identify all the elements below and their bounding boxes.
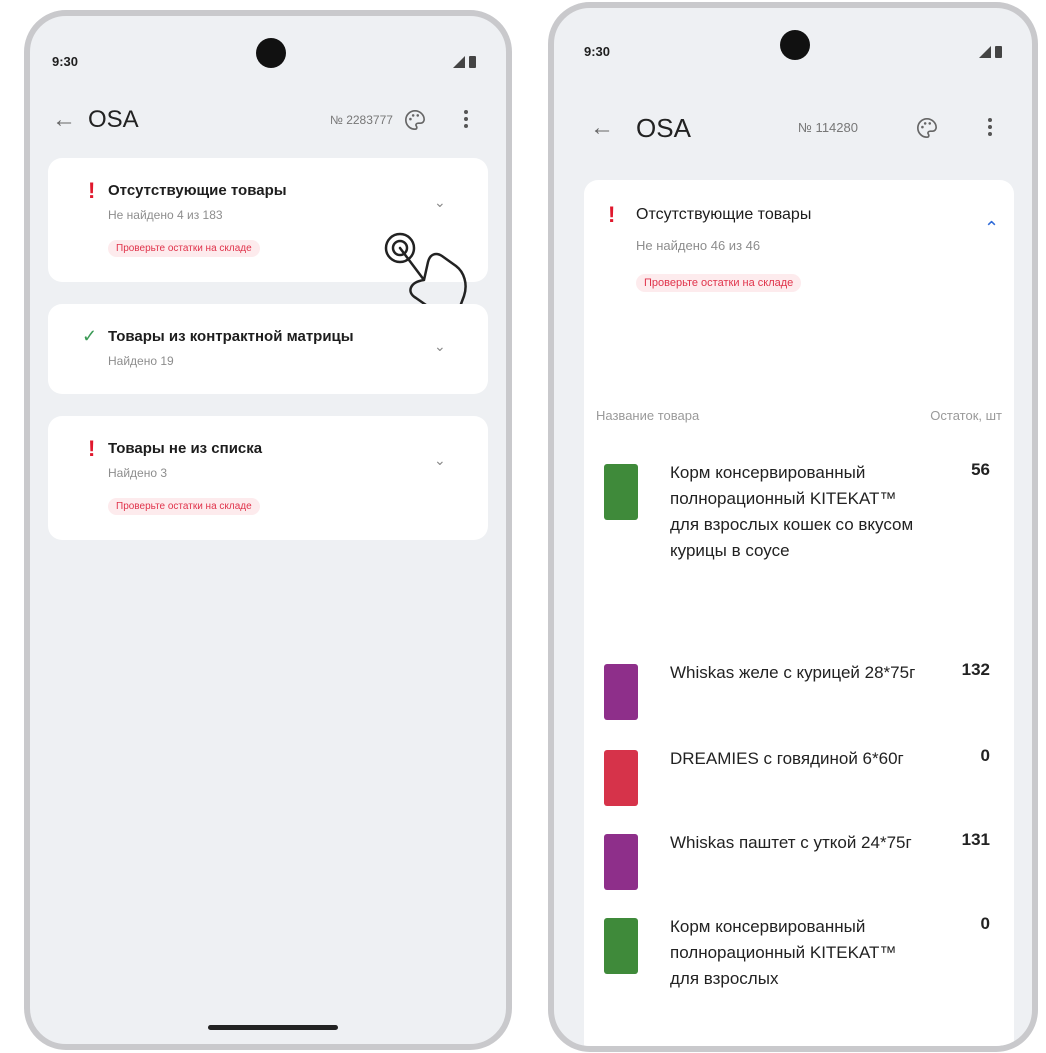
product-image <box>604 918 638 974</box>
card-subtitle: Не найдено 46 из 46 <box>636 238 761 253</box>
column-header-qty: Остаток, шт <box>930 408 1002 423</box>
product-qty: 56 <box>971 460 990 479</box>
stock-check-badge: Проверьте остатки на складе <box>108 240 260 257</box>
chevron-down-icon[interactable]: ⌄ <box>434 194 446 211</box>
home-indicator[interactable] <box>208 1025 338 1030</box>
app-title: OSA <box>88 106 139 133</box>
app-bar: ← OSA № 114280 <box>554 108 1032 148</box>
product-name: Корм консервированный полнорационный KIT… <box>670 917 897 988</box>
palette-icon[interactable] <box>404 109 426 131</box>
status-icons <box>453 56 476 68</box>
app-bar: ← OSA № 2283777 <box>30 100 506 140</box>
status-bar: 9:30 <box>554 30 1032 74</box>
back-arrow-icon[interactable]: ← <box>590 108 614 148</box>
contract-matrix-card[interactable]: ✓ Товары из контрактной матрицы Найдено … <box>48 304 488 394</box>
product-image <box>604 664 638 720</box>
card-title: Товары из контрактной матрицы <box>108 328 354 345</box>
check-icon: ✓ <box>82 326 98 346</box>
product-image <box>604 834 638 890</box>
product-qty: 0 <box>980 746 990 765</box>
front-camera <box>780 30 810 60</box>
battery-icon <box>995 46 1002 58</box>
product-image <box>604 750 638 806</box>
palette-icon[interactable] <box>916 117 938 139</box>
phone-left: 9:30 ← OSA № 2283777 ! Отсутствующие тов… <box>24 10 512 1050</box>
stock-check-badge: Проверьте остатки на складе <box>636 274 802 292</box>
document-number: № 2283777 <box>330 113 393 127</box>
column-header-name: Название товара <box>596 408 700 423</box>
status-icons <box>979 46 1002 58</box>
card-title: Товары не из списка <box>108 440 263 457</box>
stock-check-badge: Проверьте остатки на складе <box>108 498 260 515</box>
chevron-down-icon[interactable]: ⌄ <box>434 452 446 469</box>
card-title: Отсутствующие товары <box>108 182 287 199</box>
warning-icon: ! <box>608 202 616 227</box>
product-name: Whiskas паштет с уткой 24*75г <box>670 833 912 852</box>
table-header: Название товара Остаток, шт <box>596 408 1002 423</box>
chevron-down-icon[interactable]: ⌄ <box>434 338 446 355</box>
more-menu-icon[interactable] <box>988 118 992 136</box>
battery-icon <box>469 56 476 68</box>
card-title: Отсутствующие товары <box>636 206 812 223</box>
phone-right: 9:30 ← OSA № 114280 ! Отсутствующие това… <box>548 2 1038 1052</box>
product-qty: 131 <box>961 830 990 849</box>
front-camera <box>256 38 286 68</box>
not-in-list-card[interactable]: ! Товары не из списка Найдено 3 Проверьт… <box>48 416 488 540</box>
warning-icon: ! <box>88 436 96 461</box>
status-time: 9:30 <box>52 54 79 69</box>
status-bar: 9:30 <box>30 38 506 84</box>
back-arrow-icon[interactable]: ← <box>52 100 76 140</box>
card-subtitle: Найдено 19 <box>108 354 174 368</box>
status-time: 9:30 <box>584 44 611 59</box>
card-subtitle: Не найдено 4 из 183 <box>108 208 223 222</box>
product-qty: 132 <box>961 660 990 679</box>
more-menu-icon[interactable] <box>464 110 468 128</box>
document-number: № 114280 <box>798 120 858 135</box>
signal-icon <box>979 46 991 58</box>
product-name: Whiskas желе с курицей 28*75г <box>670 663 916 682</box>
warning-icon: ! <box>88 178 96 203</box>
chevron-up-icon[interactable]: ⌃ <box>984 218 999 239</box>
product-name: DREAMIES с говядиной 6*60г <box>670 749 904 768</box>
card-subtitle: Найдено 3 <box>108 466 168 480</box>
product-qty: 0 <box>980 914 990 933</box>
product-image <box>604 464 638 520</box>
signal-icon <box>453 56 465 68</box>
app-title: OSA <box>636 113 691 143</box>
product-name: Корм консервированный полнорационный KIT… <box>670 463 914 560</box>
